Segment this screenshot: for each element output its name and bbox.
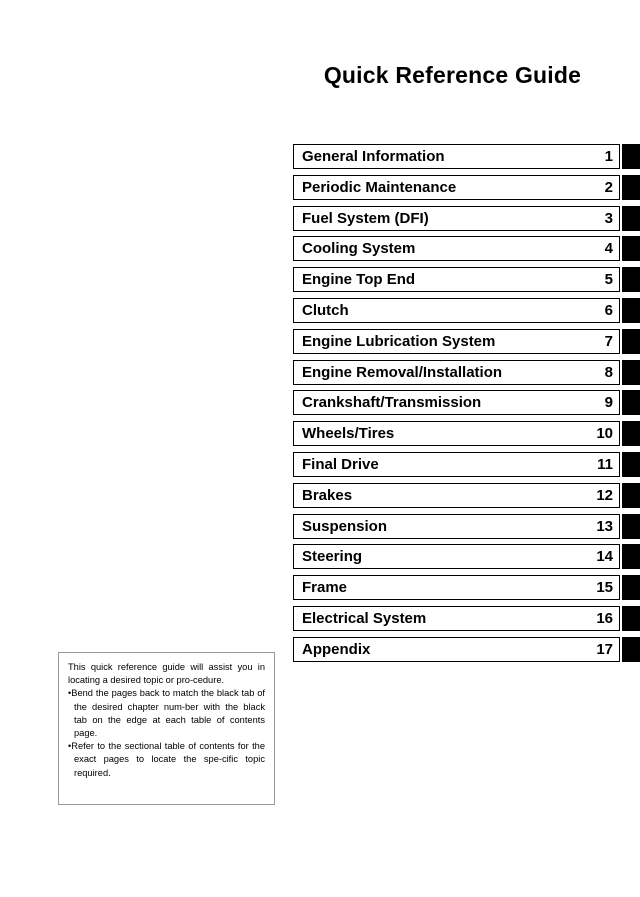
chapter-black-tab	[622, 421, 640, 447]
chapter-label: Fuel System (DFI)	[302, 210, 429, 226]
chapter-black-tab	[622, 513, 640, 539]
chapter-row[interactable]: Engine Top End 5	[293, 267, 640, 298]
chapter-box[interactable]: Final Drive 11	[293, 451, 620, 477]
page-title: Quick Reference Guide	[323, 62, 582, 88]
chapter-number: 14	[596, 548, 613, 566]
chapter-number: 16	[596, 609, 613, 627]
chapter-box[interactable]: Steering 14	[293, 544, 620, 570]
chapter-number: 7	[604, 332, 613, 350]
chapter-row[interactable]: Crankshaft/Transmission 9	[293, 390, 640, 421]
chapter-label: Wheels/Tires	[302, 426, 395, 442]
chapter-row[interactable]: Final Drive 11	[293, 451, 640, 483]
chapter-black-tab	[622, 359, 640, 385]
chapter-row[interactable]: Wheels/Tires 10	[293, 421, 640, 452]
chapter-row[interactable]: Frame 15	[293, 575, 640, 606]
chapter-number: 4	[604, 240, 613, 258]
chapter-black-tab	[622, 482, 640, 508]
chapter-label: Final Drive	[302, 456, 379, 472]
chapter-box[interactable]: Appendix 17	[293, 636, 620, 662]
chapter-number: 2	[604, 178, 613, 196]
chapter-label: Electrical System	[302, 610, 427, 626]
chapter-black-tab	[622, 297, 640, 323]
instruction-note-bullet: •Refer to the sectional table of content…	[68, 741, 265, 778]
chapter-label: Engine Lubrication System	[302, 333, 496, 349]
chapter-index-table: General Information 1 Periodic Maintenance…	[293, 144, 640, 668]
chapter-number: 3	[604, 209, 613, 227]
chapter-label: Brakes	[302, 487, 353, 503]
chapter-row[interactable]: Fuel System (DFI) 3	[293, 205, 640, 237]
chapter-black-tab	[622, 575, 640, 601]
chapter-black-tab	[622, 328, 640, 354]
chapter-number: 10	[596, 425, 613, 443]
instruction-note-intro: This quick reference guide will assist y…	[68, 662, 265, 686]
chapter-number: 15	[596, 579, 613, 597]
chapter-number: 12	[596, 486, 613, 504]
chapter-label: Engine Removal/Installation	[302, 364, 503, 380]
chapter-black-tab	[622, 451, 640, 477]
chapter-row[interactable]: Clutch 6	[293, 297, 640, 329]
chapter-number: 1	[604, 148, 613, 165]
chapter-label: Appendix	[302, 641, 371, 657]
chapter-number: 13	[596, 517, 613, 535]
chapter-black-tab	[622, 174, 640, 200]
chapter-number: 17	[596, 640, 613, 658]
chapter-black-tab	[622, 605, 640, 631]
chapter-row[interactable]: Cooling System 4	[293, 236, 640, 267]
chapter-box[interactable]: General Information 1	[293, 144, 620, 169]
instruction-note-box: This quick reference guide will assist y…	[58, 652, 275, 805]
chapter-black-tab	[622, 390, 640, 416]
chapter-label: Periodic Maintenance	[302, 179, 457, 195]
chapter-black-tab	[622, 205, 640, 231]
chapter-row[interactable]: Periodic Maintenance 2	[293, 174, 640, 206]
chapter-black-tab	[622, 144, 640, 169]
chapter-label: Steering	[302, 549, 363, 565]
chapter-number: 8	[604, 363, 613, 381]
chapter-row[interactable]: General Information 1	[293, 144, 640, 175]
chapter-box[interactable]: Crankshaft/Transmission 9	[293, 390, 620, 416]
chapter-box[interactable]: Periodic Maintenance 2	[293, 174, 620, 200]
chapter-black-tab	[622, 236, 640, 262]
chapter-black-tab	[622, 267, 640, 293]
chapter-label: Engine Top End	[302, 272, 416, 288]
chapter-black-tab	[622, 636, 640, 662]
chapter-row[interactable]: Engine Removal/Installation 8	[293, 359, 640, 391]
chapter-black-tab	[622, 544, 640, 570]
chapter-box[interactable]: Cooling System 4	[293, 236, 620, 262]
chapter-number: 6	[604, 301, 613, 319]
chapter-label: Frame	[302, 580, 348, 596]
chapter-label: Clutch	[302, 302, 349, 318]
chapter-box[interactable]: Frame 15	[293, 575, 620, 601]
chapter-box[interactable]: Clutch 6	[293, 297, 620, 323]
chapter-box[interactable]: Fuel System (DFI) 3	[293, 205, 620, 231]
chapter-row[interactable]: Suspension 13	[293, 513, 640, 545]
instruction-note-bullet: •Bend the pages back to match the black …	[68, 688, 265, 739]
chapter-label: General Information	[302, 149, 445, 164]
chapter-label: Crankshaft/Transmission	[302, 395, 482, 411]
chapter-box[interactable]: Engine Lubrication System 7	[293, 328, 620, 354]
chapter-number: 9	[604, 394, 613, 412]
chapter-box[interactable]: Engine Top End 5	[293, 267, 620, 293]
chapter-row[interactable]: Electrical System 16	[293, 605, 640, 637]
chapter-box[interactable]: Engine Removal/Installation 8	[293, 359, 620, 385]
chapter-number: 5	[604, 271, 613, 289]
chapter-label: Cooling System	[302, 241, 416, 257]
chapter-box[interactable]: Electrical System 16	[293, 605, 620, 631]
chapter-row[interactable]: Engine Lubrication System 7	[293, 328, 640, 360]
chapter-row[interactable]: Steering 14	[293, 544, 640, 575]
chapter-label: Suspension	[302, 518, 388, 534]
chapter-box[interactable]: Brakes 12	[293, 482, 620, 508]
chapter-number: 11	[597, 455, 613, 473]
chapter-row[interactable]: Brakes 12	[293, 482, 640, 514]
chapter-box[interactable]: Wheels/Tires 10	[293, 421, 620, 447]
chapter-box[interactable]: Suspension 13	[293, 513, 620, 539]
chapter-row[interactable]: Appendix 17	[293, 636, 640, 668]
